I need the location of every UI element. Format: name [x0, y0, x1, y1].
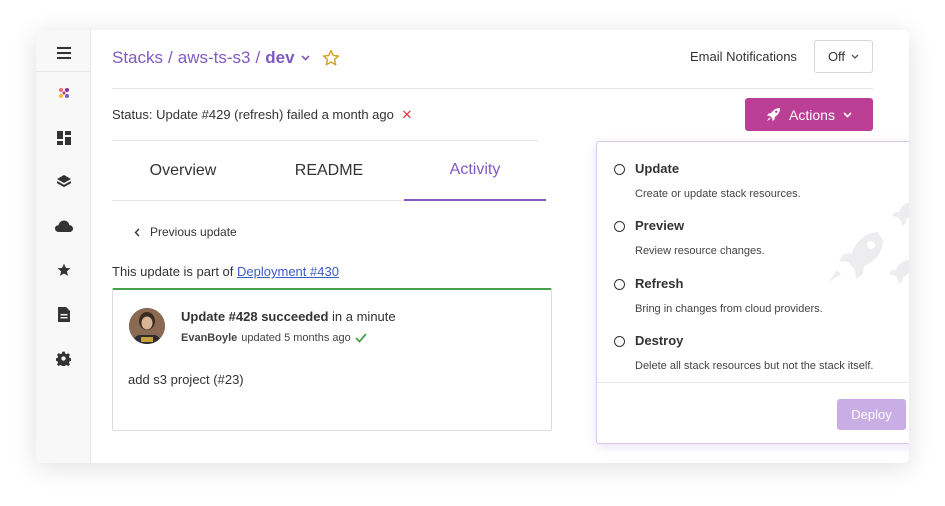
update-message: add s3 project (#23): [128, 372, 244, 387]
check-icon: [355, 333, 367, 343]
dashboard-icon: [56, 131, 71, 145]
actions-menu: Update Create or update stack resources.…: [596, 141, 909, 444]
breadcrumb-separator: /: [168, 48, 173, 67]
avatar: [129, 308, 165, 344]
pulumi-logo[interactable]: [36, 78, 91, 108]
cloud-icon: [54, 220, 73, 232]
update-title: Update #428 succeeded in a minute: [181, 309, 396, 324]
radio-icon[interactable]: [614, 336, 625, 347]
pulumi-logo-icon: [58, 88, 69, 98]
x-icon: ✕: [401, 107, 413, 122]
email-notifications-select[interactable]: Off: [814, 40, 873, 73]
layers-icon: [56, 175, 71, 188]
sidebar-item-docs[interactable]: [36, 299, 91, 329]
breadcrumb-project-link[interactable]: aws-ts-s3: [178, 48, 251, 68]
option-title: Update: [635, 161, 680, 176]
deployment-prefix: This update is part of: [112, 264, 234, 279]
email-notifications-value: Off: [827, 49, 846, 64]
previous-update-label: Previous update: [150, 225, 237, 239]
hamburger-icon: [56, 46, 71, 59]
actions-button[interactable]: Actions: [745, 98, 873, 131]
status-text: Update #429 (refresh) failed a month ago: [156, 107, 394, 122]
app-window: Stacks / aws-ts-s3 / dev Email Notificat…: [36, 30, 909, 463]
chevron-down-icon: [843, 111, 852, 118]
option-description: Delete all stack resources but not the s…: [635, 360, 874, 372]
update-title-rest: in a minute: [332, 309, 396, 324]
rocket-icon: [766, 107, 781, 122]
email-notifications-label: Email Notifications: [690, 49, 797, 64]
sidebar-item-dashboard[interactable]: [36, 123, 91, 153]
update-user[interactable]: EvanBoyle: [181, 332, 237, 344]
action-option-destroy[interactable]: Destroy Delete all stack resources but n…: [597, 314, 909, 372]
breadcrumb-stack-name[interactable]: dev: [265, 48, 294, 68]
sidebar-item-cloud[interactable]: [36, 211, 91, 241]
gear-icon: [56, 351, 71, 366]
tab-readme[interactable]: README: [258, 141, 400, 201]
update-card: Update #428 succeeded in a minute EvanBo…: [112, 288, 552, 431]
main-content: Stacks / aws-ts-s3 / dev Email Notificat…: [92, 30, 909, 463]
actions-menu-footer: Deploy: [597, 382, 909, 443]
option-description: Review resource changes.: [635, 245, 765, 257]
divider: [112, 88, 873, 89]
status-label: Status:: [112, 107, 153, 122]
breadcrumb-separator: /: [255, 48, 261, 67]
update-meta-text: updated 5 months ago: [241, 332, 351, 344]
sidebar-item-settings[interactable]: [36, 343, 91, 373]
tab-activity[interactable]: Activity: [404, 141, 546, 201]
hamburger-menu-button[interactable]: [36, 34, 91, 72]
star-icon: [57, 263, 70, 276]
actions-label: Actions: [789, 106, 835, 123]
chevron-down-icon: [851, 54, 859, 59]
sidebar-item-stacks[interactable]: [36, 167, 91, 197]
sidebar-item-favorites[interactable]: [36, 255, 91, 285]
chevron-left-icon: [134, 228, 140, 236]
decorative-rockets-icon: [829, 202, 909, 284]
chevron-down-icon[interactable]: [300, 55, 310, 61]
update-meta: EvanBoyle updated 5 months ago: [181, 332, 367, 344]
sidebar: [36, 30, 91, 463]
tab-overview[interactable]: Overview: [112, 141, 254, 201]
radio-icon[interactable]: [614, 164, 625, 175]
tab-bar: Overview README Activity: [112, 141, 546, 201]
stack-status: Status: Update #429 (refresh) failed a m…: [112, 107, 412, 123]
radio-icon[interactable]: [614, 221, 625, 232]
favorite-star-icon[interactable]: [322, 49, 340, 67]
deploy-button[interactable]: Deploy: [837, 399, 906, 430]
radio-icon[interactable]: [614, 279, 625, 290]
option-title: Preview: [635, 218, 685, 233]
breadcrumb-stacks-link[interactable]: Stacks: [112, 48, 163, 68]
breadcrumb: Stacks / aws-ts-s3 / dev: [112, 45, 340, 71]
document-icon: [57, 306, 70, 322]
deployment-link[interactable]: Deployment #430: [237, 264, 339, 279]
action-option-update[interactable]: Update Create or update stack resources.: [597, 142, 909, 200]
update-title-bold: Update #428 succeeded: [181, 309, 329, 324]
deployment-info: This update is part of Deployment #430: [112, 264, 339, 279]
previous-update-link[interactable]: Previous update: [134, 225, 237, 239]
option-title: Destroy: [635, 333, 684, 348]
option-title: Refresh: [635, 276, 684, 291]
